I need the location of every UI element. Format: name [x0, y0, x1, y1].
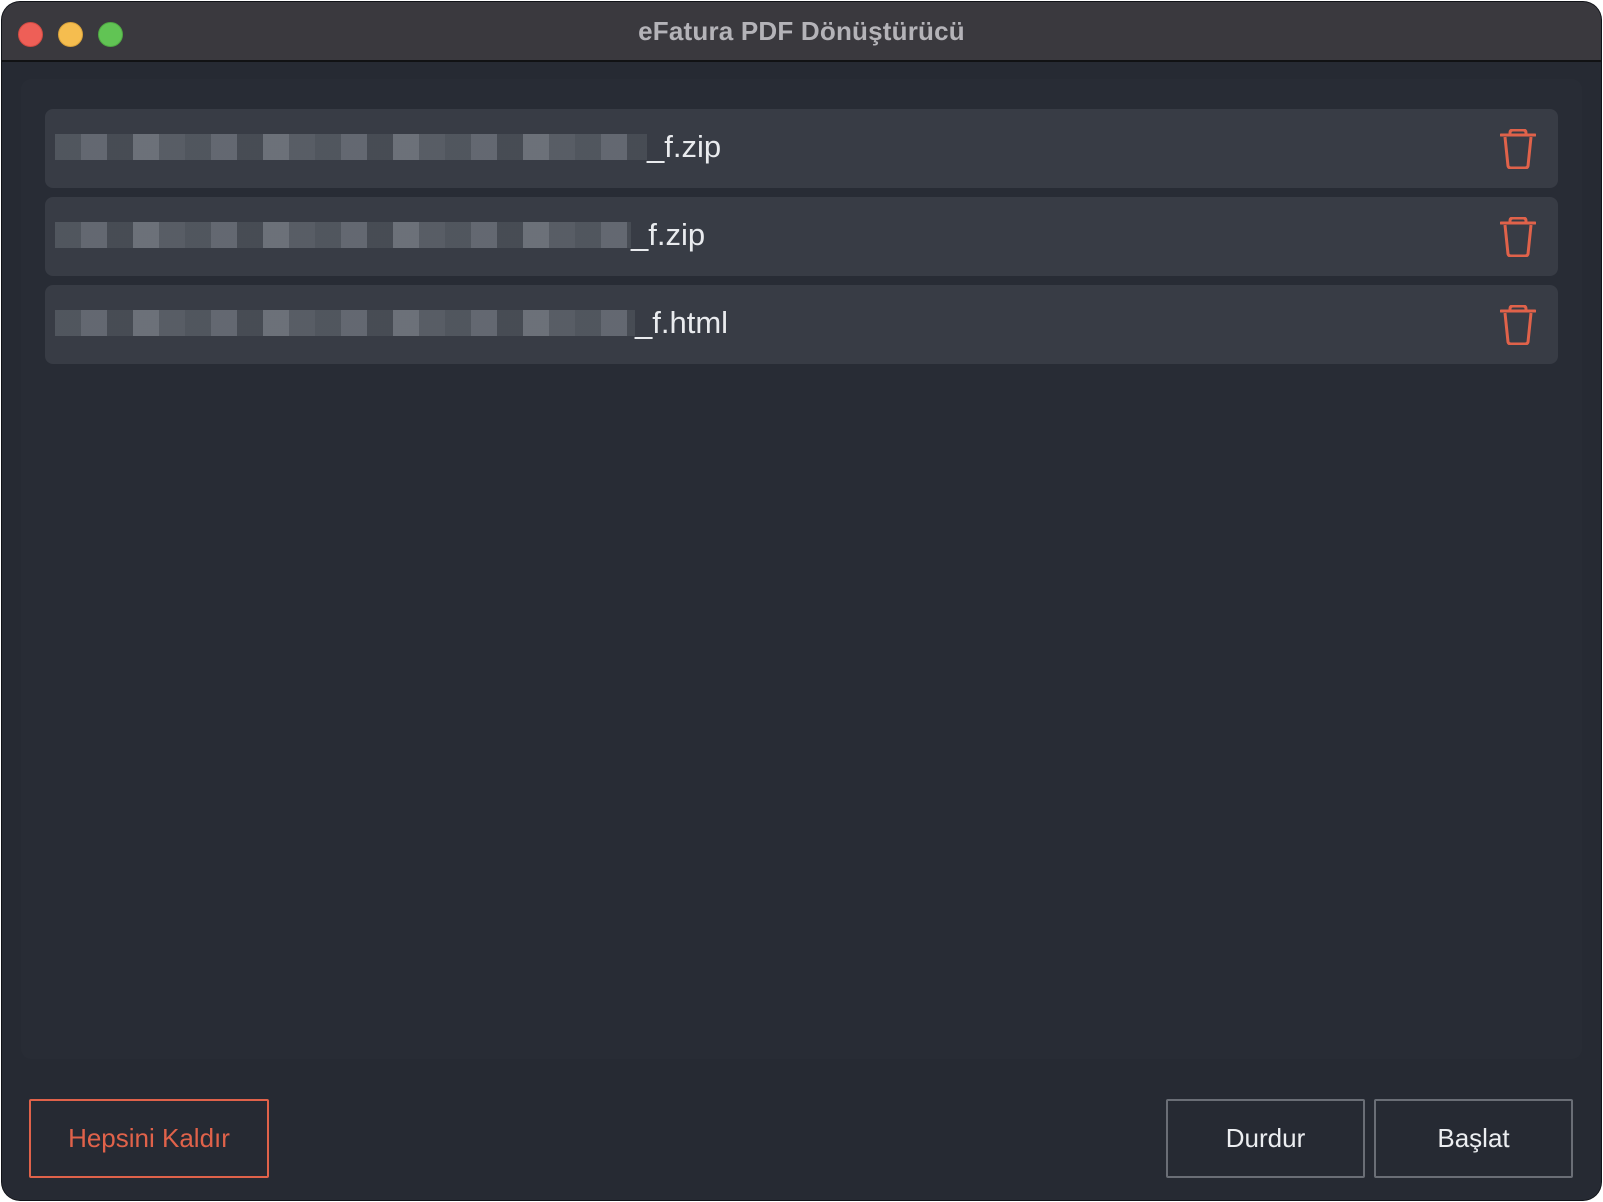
- file-name-suffix: _f.zip: [647, 129, 722, 164]
- file-list-item[interactable]: _f.html: [45, 285, 1558, 364]
- redacted-filename: [55, 310, 635, 336]
- file-name: _f.zip: [55, 215, 705, 255]
- window-title: eFatura PDF Dönüştürücü: [638, 16, 965, 46]
- file-name-suffix: _f.zip: [631, 217, 706, 252]
- file-name: _f.html: [55, 303, 728, 343]
- remove-all-button[interactable]: Hepsini Kaldır: [29, 1099, 269, 1178]
- trash-icon[interactable]: [1500, 305, 1536, 345]
- file-name: _f.zip: [55, 127, 721, 167]
- trash-icon[interactable]: [1500, 129, 1536, 169]
- start-button[interactable]: Başlat: [1374, 1099, 1573, 1178]
- file-name-suffix: _f.html: [635, 305, 729, 340]
- file-list: _f.zip _f.zip _f.html: [45, 109, 1558, 373]
- app-window: eFatura PDF Dönüştürücü _f.zip _f.zip _f…: [2, 2, 1601, 1200]
- file-list-item[interactable]: _f.zip: [45, 109, 1558, 188]
- title-bar: eFatura PDF Dönüştürücü: [2, 2, 1601, 62]
- redacted-filename: [55, 222, 631, 248]
- action-bar: Hepsini Kaldır Durdur Başlat: [2, 1080, 1601, 1200]
- trash-icon[interactable]: [1500, 217, 1536, 257]
- redacted-filename: [55, 134, 647, 160]
- stop-button[interactable]: Durdur: [1166, 1099, 1365, 1178]
- file-list-panel: _f.zip _f.zip _f.html: [21, 79, 1582, 1059]
- file-list-item[interactable]: _f.zip: [45, 197, 1558, 276]
